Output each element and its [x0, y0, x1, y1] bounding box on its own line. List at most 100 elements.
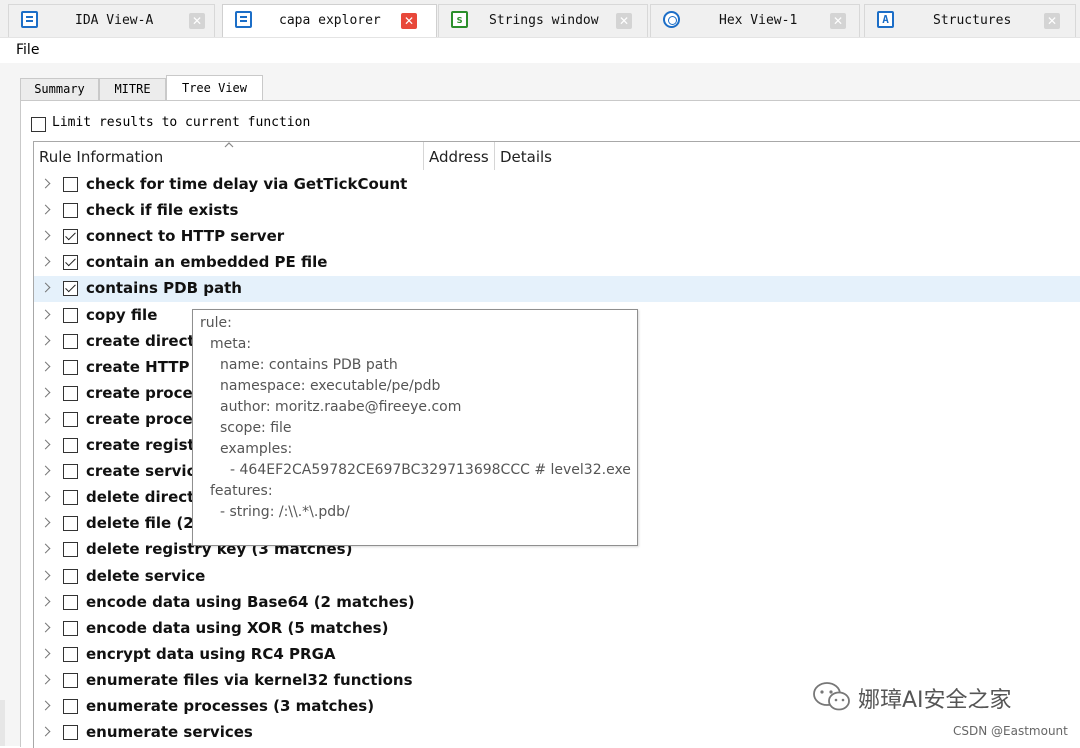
tab-mitre[interactable]: MITRE: [99, 78, 166, 100]
rule-checkbox[interactable]: [63, 255, 78, 271]
close-icon[interactable]: ✕: [830, 13, 846, 29]
chevron-right-icon[interactable]: [40, 465, 51, 476]
chevron-right-icon[interactable]: [40, 648, 51, 659]
scrollbar-edge[interactable]: [0, 700, 5, 746]
tab-ida-view-a[interactable]: IDA View-A ✕: [8, 4, 215, 37]
chevron-right-icon[interactable]: [40, 361, 51, 372]
rule-tooltip: rule: meta: name: contains PDB path name…: [192, 309, 638, 546]
chevron-right-icon[interactable]: [40, 491, 51, 502]
close-icon[interactable]: ✕: [189, 13, 205, 29]
chevron-right-icon[interactable]: [40, 256, 51, 267]
chevron-right-icon[interactable]: [40, 413, 51, 424]
rule-checkbox[interactable]: [63, 411, 78, 427]
watermark-text: 娜璋AI安全之家: [858, 688, 1012, 713]
rule-label: encrypt data using RC4 PRGA: [86, 644, 336, 663]
chevron-right-icon[interactable]: [40, 700, 51, 711]
close-icon[interactable]: ✕: [616, 13, 632, 29]
rule-label: delete directo: [86, 488, 205, 507]
chevron-right-icon[interactable]: [40, 282, 51, 293]
chevron-right-icon[interactable]: [40, 517, 51, 528]
rule-checkbox[interactable]: [63, 359, 78, 375]
column-rule-information[interactable]: Rule Information: [39, 148, 163, 166]
tab-label: IDA View-A: [75, 13, 154, 28]
rule-checkbox[interactable]: [63, 229, 78, 245]
rule-checkbox[interactable]: [63, 620, 78, 636]
rule-label: contains PDB path: [86, 279, 242, 298]
strings-icon: s: [451, 11, 468, 28]
tooltip-line: name: contains PDB path: [220, 357, 398, 373]
rule-checkbox[interactable]: [63, 464, 78, 480]
chevron-right-icon[interactable]: [40, 178, 51, 189]
menu-file[interactable]: File: [16, 42, 39, 58]
tree-row[interactable]: check for time delay via GetTickCount: [34, 172, 1080, 198]
tooltip-line: scope: file: [220, 420, 292, 436]
column-address[interactable]: Address: [429, 148, 489, 166]
chevron-right-icon[interactable]: [40, 309, 51, 319]
limit-results-label: Limit results to current function: [52, 115, 311, 130]
rule-checkbox[interactable]: [63, 307, 78, 323]
tree-row[interactable]: contain an embedded PE file: [34, 250, 1080, 276]
rule-checkbox[interactable]: [63, 281, 78, 297]
tab-hex-view-1[interactable]: Hex View-1 ✕: [650, 4, 860, 37]
close-icon[interactable]: ✕: [401, 13, 417, 29]
chevron-right-icon[interactable]: [40, 570, 51, 580]
tab-summary[interactable]: Summary: [20, 78, 99, 100]
rule-checkbox[interactable]: [63, 385, 78, 401]
chevron-right-icon[interactable]: [40, 622, 51, 633]
chevron-right-icon[interactable]: [40, 335, 51, 346]
tooltip-line: rule:: [200, 315, 232, 331]
rule-checkbox[interactable]: [63, 490, 78, 506]
rule-checkbox[interactable]: [63, 516, 78, 532]
chevron-right-icon[interactable]: [40, 726, 51, 737]
checkbox[interactable]: [31, 117, 46, 132]
rule-checkbox[interactable]: [63, 699, 78, 714]
tab-capa-explorer[interactable]: capa explorer ✕: [222, 4, 437, 38]
tab-label: capa explorer: [279, 13, 381, 28]
tree-header: Rule Information Address Details: [34, 142, 1080, 170]
rule-checkbox[interactable]: [63, 542, 78, 558]
rule-checkbox[interactable]: [63, 725, 78, 741]
tab-strings-window[interactable]: s Strings window ✕: [438, 4, 648, 37]
tree-row[interactable]: encrypt data using RC4 PRGA: [34, 642, 1080, 668]
tree-row[interactable]: delete service: [34, 564, 1080, 590]
rule-checkbox[interactable]: [63, 594, 78, 610]
column-separator[interactable]: [494, 142, 495, 170]
credit-text: CSDN @Eastmount: [953, 724, 1068, 738]
close-icon[interactable]: ✕: [1044, 13, 1060, 29]
rule-checkbox[interactable]: [63, 568, 78, 584]
chevron-right-icon[interactable]: [40, 230, 51, 241]
rule-label: enumerate files via kernel32 functions: [86, 670, 413, 689]
chevron-right-icon[interactable]: [40, 543, 51, 554]
tooltip-line: features:: [210, 483, 273, 499]
limit-results-checkbox[interactable]: Limit results to current function: [31, 114, 310, 132]
column-separator[interactable]: [423, 142, 424, 170]
rule-checkbox[interactable]: [63, 203, 78, 219]
column-details[interactable]: Details: [500, 148, 552, 166]
tree-row[interactable]: encode data using Base64 (2 matches): [34, 590, 1080, 616]
rule-checkbox[interactable]: [63, 672, 78, 688]
rule-checkbox[interactable]: [63, 333, 78, 349]
rule-checkbox[interactable]: [63, 438, 78, 453]
tree-row[interactable]: enumerate services: [34, 720, 1080, 746]
chevron-right-icon[interactable]: [40, 439, 51, 450]
chevron-right-icon[interactable]: [40, 596, 51, 607]
tab-label: Hex View-1: [719, 13, 798, 28]
tooltip-line: - string: /:\\.*\.pdb/: [220, 504, 350, 520]
tree-row[interactable]: encode data using XOR (5 matches): [34, 616, 1080, 642]
tree-row[interactable]: connect to HTTP server: [34, 224, 1080, 250]
ida-view-icon: [21, 11, 38, 28]
rule-checkbox[interactable]: [63, 177, 78, 192]
capa-view-icon: [235, 11, 252, 28]
hex-icon: [663, 11, 680, 28]
chevron-right-icon[interactable]: [40, 674, 51, 685]
tree-row[interactable]: contains PDB path: [34, 276, 1080, 303]
tab-tree-view[interactable]: Tree View: [166, 75, 263, 101]
tooltip-line: meta:: [210, 336, 252, 352]
chevron-right-icon[interactable]: [40, 204, 51, 215]
chevron-right-icon[interactable]: [40, 387, 51, 398]
rule-checkbox[interactable]: [63, 646, 78, 662]
rule-label: contain an embedded PE file: [86, 253, 328, 272]
tree-row[interactable]: check if file exists: [34, 198, 1080, 224]
tab-bar: IDA View-A ✕ capa explorer ✕ s Strings w…: [0, 0, 1080, 38]
tab-structures[interactable]: A Structures ✕: [864, 4, 1076, 37]
